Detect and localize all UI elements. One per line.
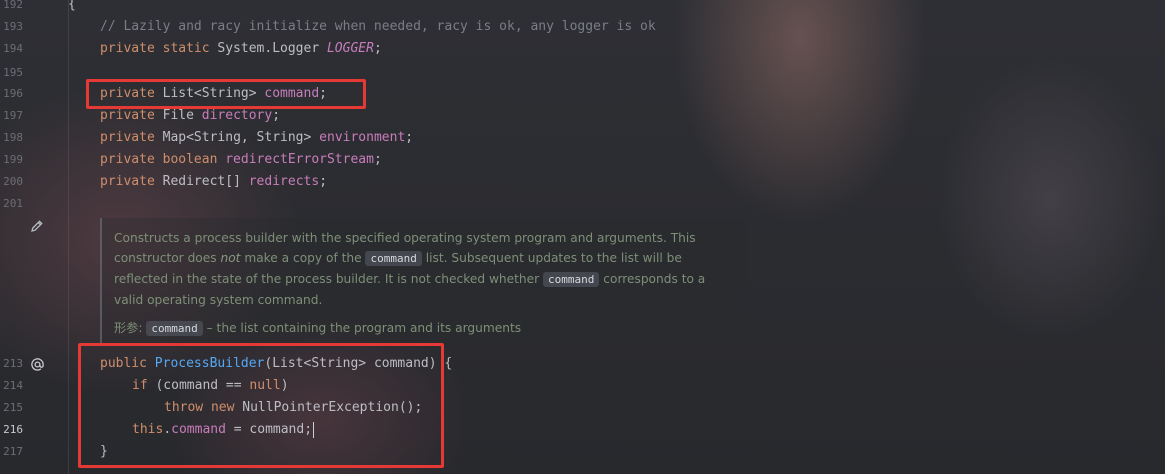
- doc-text: reflected in the state of the process bu…: [114, 272, 544, 286]
- type: System.Logger: [217, 41, 320, 56]
- highlight-box-constructor: [78, 343, 444, 468]
- static-field: LOGGER: [326, 41, 374, 56]
- brace: {: [68, 0, 76, 12]
- line-number: 200: [3, 175, 23, 188]
- keyword: private static: [100, 41, 210, 56]
- code-line[interactable]: private Map<String, String> environment;: [68, 127, 413, 149]
- line-number: 196: [3, 87, 23, 100]
- doc-params: 形参: command – the list containing the pr…: [114, 318, 747, 339]
- code-chip: command: [146, 321, 203, 336]
- at-sign-icon[interactable]: [29, 356, 45, 372]
- param-description: – the list containing the program and it…: [202, 321, 522, 335]
- doc-text: make a copy of the: [240, 251, 366, 265]
- line-number: 195: [3, 66, 23, 79]
- line-number: 215: [3, 401, 23, 414]
- line-number: 217: [3, 445, 23, 458]
- keyword: private: [100, 130, 155, 145]
- doc-emphasis: not: [220, 251, 241, 265]
- doc-line: constructor does not make a copy of the …: [114, 248, 747, 269]
- line-number: 199: [3, 153, 23, 166]
- code-chip: command: [365, 251, 422, 266]
- code-comment: // Lazily and racy initialize when neede…: [100, 19, 656, 34]
- keyword: private boolean: [100, 152, 218, 167]
- field: environment: [319, 130, 406, 145]
- pencil-icon[interactable]: [29, 218, 45, 234]
- type: Redirect[]: [162, 174, 241, 189]
- type: Map<String, String>: [162, 130, 312, 145]
- param-label: 形参:: [114, 321, 143, 335]
- code-line[interactable]: private static System.Logger LOGGER;: [68, 38, 382, 60]
- line-number: 213: [3, 357, 23, 370]
- doc-text: list. Subsequent updates to the list wil…: [421, 251, 682, 265]
- doc-line: valid operating system command.: [114, 290, 747, 310]
- doc-text: valid operating system command.: [114, 293, 323, 307]
- line-number: 214: [3, 379, 23, 392]
- code-chip: command: [543, 272, 600, 287]
- doc-line: reflected in the state of the process bu…: [114, 269, 747, 290]
- javadoc-rendered[interactable]: Constructs a process builder with the sp…: [100, 218, 747, 344]
- line-number: 197: [3, 109, 23, 122]
- code-line[interactable]: {: [68, 0, 76, 16]
- type: File: [162, 108, 194, 123]
- doc-line: Constructs a process builder with the sp…: [114, 228, 747, 248]
- line-number: 194: [3, 42, 23, 55]
- code-line[interactable]: // Lazily and racy initialize when neede…: [68, 16, 656, 38]
- doc-text: Constructs a process builder with the sp…: [114, 231, 696, 245]
- code-line[interactable]: private boolean redirectErrorStream;: [68, 149, 382, 171]
- line-number-active: 216: [3, 423, 23, 436]
- line-number: 193: [3, 20, 23, 33]
- doc-text: corresponds to a: [599, 272, 706, 286]
- doc-text: constructor does: [114, 251, 221, 265]
- keyword: private: [100, 174, 155, 189]
- line-number: 201: [3, 197, 23, 210]
- editor-gutter: 192 193 194 195 196 197 198 199 200 201 …: [0, 0, 60, 474]
- field: directory: [201, 108, 273, 123]
- field: redirects: [248, 174, 320, 189]
- line-number: 198: [3, 131, 23, 144]
- code-line[interactable]: private Redirect[] redirects;: [68, 171, 327, 193]
- line-number: 192: [3, 0, 23, 11]
- highlight-box-field: [86, 79, 366, 109]
- keyword: private: [100, 108, 155, 123]
- field: redirectErrorStream: [225, 152, 374, 167]
